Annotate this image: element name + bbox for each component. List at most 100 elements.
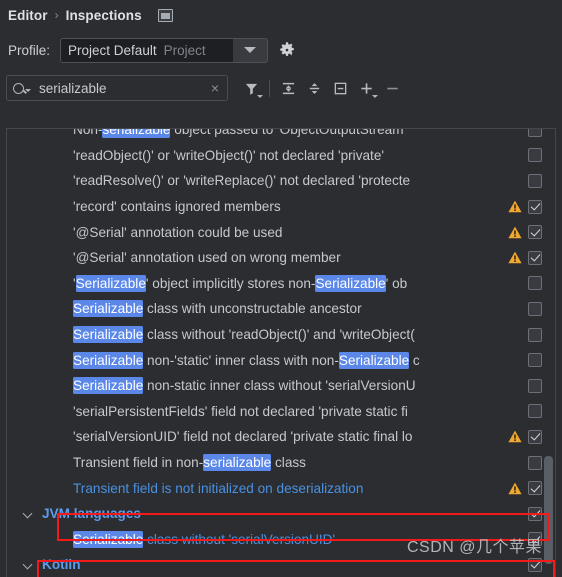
- warning-icon: [508, 200, 522, 213]
- tree-group-row[interactable]: JVM languages: [7, 501, 555, 527]
- chevron-down-icon: [257, 95, 263, 98]
- chevron-down-icon[interactable]: [23, 508, 34, 519]
- tree-row-label: 'record' contains ignored members: [73, 199, 281, 214]
- tree-row-label: 'Serializable' object implicitly stores …: [73, 274, 408, 292]
- tree-item-row[interactable]: 'readResolve()' or 'writeReplace()' not …: [7, 168, 555, 194]
- inspection-enabled-checkbox[interactable]: [528, 250, 542, 265]
- inspection-enabled-checkbox[interactable]: [528, 129, 542, 137]
- tree-item-row[interactable]: 'serialVersionUID' field not declared 'p…: [7, 424, 555, 450]
- search-match-highlight: Serializable: [338, 351, 410, 369]
- watermark: CSDN @几个苹果: [406, 539, 542, 556]
- tree-row-text: 'readResolve()' or 'writeReplace()' not …: [73, 173, 411, 189]
- inspections-tree-panel[interactable]: Non-serializable object passed to 'Objec…: [6, 128, 556, 577]
- tree-row-text: 'serialVersionUID' field not declared 'p…: [73, 429, 413, 445]
- breadcrumb-item-inspections[interactable]: Inspections: [66, 8, 142, 23]
- collapse-box-icon[interactable]: [327, 75, 353, 101]
- tree-row-text: JVM languages: [42, 506, 141, 522]
- tree-row-label: 'serialVersionUID' field not declared 'p…: [73, 429, 413, 444]
- inspection-enabled-checkbox[interactable]: [528, 353, 542, 368]
- inspection-enabled-checkbox[interactable]: [528, 557, 542, 572]
- tree-item-row[interactable]: Serializable class without 'readObject()…: [7, 322, 555, 348]
- tree-item-row[interactable]: '@Serial' annotation used on wrong membe…: [7, 245, 555, 271]
- tree-item-row[interactable]: 'readObject()' or 'writeObject()' not de…: [7, 143, 555, 169]
- add-icon[interactable]: [353, 75, 379, 101]
- tree-row-text: 'readObject()' or 'writeObject()' not de…: [73, 147, 384, 163]
- tree-row-text: '@Serial' annotation used on wrong membe…: [73, 250, 341, 266]
- search-match-highlight: serializable: [102, 129, 171, 139]
- inspection-enabled-checkbox[interactable]: [528, 327, 542, 342]
- inspection-enabled-checkbox[interactable]: [528, 225, 542, 240]
- inspection-enabled-checkbox[interactable]: [528, 481, 542, 496]
- tree-row-text: ' ob: [385, 275, 408, 291]
- breadcrumb: Editor › Inspections: [0, 0, 562, 30]
- tree-row-text: class: [271, 455, 306, 471]
- inspection-enabled-checkbox[interactable]: [528, 173, 542, 188]
- search-icon[interactable]: [13, 82, 31, 94]
- tree-row-label: Serializable non-static inner class with…: [73, 377, 416, 395]
- inspection-enabled-checkbox[interactable]: [528, 404, 542, 419]
- tree-item-row[interactable]: Serializable class with unconstructable …: [7, 296, 555, 322]
- tree-row-label: Transient field in non-serializable clas…: [73, 454, 306, 472]
- inspection-enabled-checkbox[interactable]: [528, 276, 542, 291]
- tree-row-label: Non-serializable object passed to 'Objec…: [73, 128, 404, 139]
- tree-row-label: Serializable non-'static' inner class wi…: [73, 351, 420, 369]
- tree-row-text: class with unconstructable ancestor: [143, 301, 362, 317]
- inspection-enabled-checkbox[interactable]: [528, 148, 542, 163]
- filter-icon[interactable]: [238, 75, 264, 101]
- tree-row-label: JVM languages: [42, 506, 141, 521]
- search-match-highlight: Serializable: [315, 274, 386, 292]
- tree-item-row[interactable]: 'serialPersistentFields' field not decla…: [7, 399, 555, 425]
- inspection-enabled-checkbox[interactable]: [528, 455, 542, 470]
- chevron-down-icon[interactable]: [233, 39, 267, 62]
- settings-rect-icon[interactable]: [157, 8, 173, 22]
- profile-dropdown[interactable]: Project Default Project: [60, 37, 269, 63]
- tree-item-row[interactable]: Serializable non-'static' inner class wi…: [7, 347, 555, 373]
- search-input[interactable]: serializable ×: [6, 75, 228, 101]
- breadcrumb-item-editor[interactable]: Editor: [8, 8, 48, 23]
- collapse-all-icon[interactable]: [301, 75, 327, 101]
- inspection-enabled-checkbox[interactable]: [528, 429, 542, 444]
- search-match-highlight: Serializable: [75, 274, 146, 292]
- warning-icon: [508, 251, 522, 264]
- tree-item-row[interactable]: 'record' contains ignored members: [7, 194, 555, 220]
- close-icon[interactable]: ×: [209, 81, 221, 95]
- tree-item-row[interactable]: 'Serializable' object implicitly stores …: [7, 271, 555, 297]
- tree-row-text: class without 'serialVersionUID': [143, 531, 336, 547]
- gear-icon[interactable]: [278, 41, 296, 59]
- chevron-down-icon: [372, 95, 378, 98]
- tree-item-row[interactable]: Transient field is not initialized on de…: [7, 475, 555, 501]
- tree-row-text: Non-: [73, 128, 103, 138]
- tree-item-row[interactable]: Non-serializable object passed to 'Objec…: [7, 128, 555, 143]
- tree-item-row[interactable]: Transient field in non-serializable clas…: [7, 450, 555, 476]
- tree-row-label: 'serialPersistentFields' field not decla…: [73, 404, 408, 419]
- inspection-enabled-checkbox[interactable]: [528, 378, 542, 393]
- scrollbar-thumb[interactable]: [544, 456, 553, 564]
- tree-row-label: Serializable class without 'serialVersio…: [73, 530, 336, 548]
- tree-row-text: class without 'readObject()' and 'writeO…: [143, 327, 415, 343]
- inspection-enabled-checkbox[interactable]: [528, 199, 542, 214]
- tree-item-row[interactable]: Serializable non-static inner class with…: [7, 373, 555, 399]
- vertical-scrollbar[interactable]: [543, 130, 554, 577]
- tree-item-row[interactable]: '@Serial' annotation could be used: [7, 219, 555, 245]
- warning-icon: [508, 482, 522, 495]
- profile-scope-label: Project: [163, 42, 206, 58]
- chevron-down-icon[interactable]: [23, 559, 34, 570]
- search-input-value[interactable]: serializable: [37, 81, 203, 96]
- toolbar-divider: [269, 79, 270, 97]
- inspection-enabled-checkbox[interactable]: [528, 506, 542, 521]
- tree-row-label: Serializable class with unconstructable …: [73, 300, 362, 318]
- profile-label: Profile:: [8, 42, 51, 58]
- expand-all-icon[interactable]: [275, 75, 301, 101]
- toolbar-buttons: [238, 75, 405, 101]
- remove-icon[interactable]: [379, 75, 405, 101]
- inspection-enabled-checkbox[interactable]: [528, 301, 542, 316]
- tree-row-text: Kotlin: [42, 557, 81, 573]
- tree-row-text: Transient field in non-: [73, 455, 204, 471]
- search-match-highlight: Serializable: [73, 351, 144, 369]
- tree-row-label: Serializable class without 'readObject()…: [73, 326, 415, 344]
- profile-dropdown-text[interactable]: Project Default Project: [61, 38, 234, 62]
- tree-row-label: Transient field is not initialized on de…: [73, 481, 363, 496]
- chevron-down-glyph: [244, 47, 257, 53]
- search-match-highlight: serializable: [203, 454, 272, 472]
- search-match-highlight: Serializable: [73, 377, 144, 395]
